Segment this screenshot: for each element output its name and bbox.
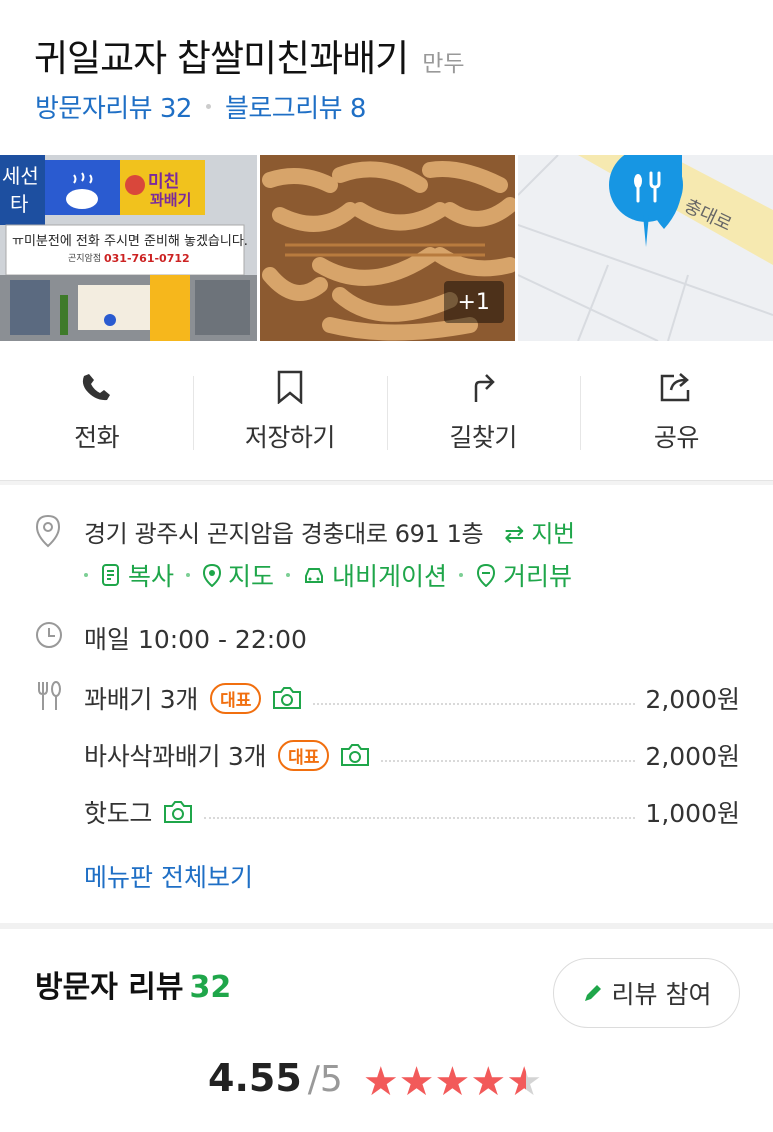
link-dot <box>459 573 464 577</box>
street-view-icon <box>477 563 496 587</box>
menu-item-price: 1,000원 <box>645 799 740 828</box>
dotted-leader <box>204 817 636 819</box>
share-button[interactable]: 공유 <box>579 341 773 480</box>
place-title: 귀일교자 찹쌀미친꽈배기 <box>34 37 409 80</box>
map-thumbnail[interactable]: 충대로 <box>518 155 773 341</box>
visitor-review-title: 방문자 리뷰 <box>35 970 184 1005</box>
address-actions: 복사 지도 내비게이션 거리뷰 <box>84 557 572 593</box>
action-bar: 전화 저장하기 길찾기 공유 <box>0 341 773 481</box>
save-label: 저장하기 <box>244 422 336 452</box>
banner-subtext: 곤지암점 <box>68 252 101 264</box>
navigation-link[interactable]: 내비게이션 <box>302 557 447 593</box>
jibun-label: 지번 <box>531 520 575 548</box>
banner-text: ㅠ미분전에 전화 주시면 준비해 놓겠습니다. <box>12 234 248 249</box>
street-view-link[interactable]: 거리뷰 <box>475 557 572 593</box>
photo-strip: 세선 타 미친 꽈배기 ㅠ미분전에 전화 주시면 준비해 놓겠습니다. 곤지암점… <box>0 155 773 341</box>
map-label: 지도 <box>228 562 275 591</box>
dotted-leader <box>381 760 636 762</box>
rating-max: /5 <box>307 1059 343 1100</box>
star-rating: ★ ★ ★ ★ ★ <box>363 1062 542 1102</box>
link-dot <box>286 573 291 577</box>
copy-link[interactable]: 복사 <box>100 557 174 593</box>
title-row: 귀일교자 찹쌀미친꽈배기 만두 <box>34 28 465 82</box>
directions-icon <box>468 368 498 406</box>
camera-icon[interactable] <box>162 799 194 825</box>
menu-item-name: 핫도그 <box>84 799 153 828</box>
business-hours: 매일 10:00 - 22:00 <box>84 625 307 654</box>
section-divider <box>0 923 773 929</box>
link-dot <box>84 573 88 577</box>
write-review-label: 리뷰 참여 <box>611 980 712 1009</box>
storefront-sign-text-2: 꽈배기 <box>150 191 191 209</box>
blog-review-link[interactable]: 블로그리뷰 8 <box>225 88 366 125</box>
menu-item: 바사삭꽈배기 3개 대표 2,000원 <box>84 737 740 773</box>
star-icon: ★ <box>470 1059 507 1105</box>
swap-arrows-icon: ⇄ <box>504 520 525 548</box>
section-gap <box>0 481 773 485</box>
place-header: 귀일교자 찹쌀미친꽈배기 만두 방문자리뷰 32 블로그리뷰 8 <box>0 0 773 155</box>
more-photos-count: +1 <box>457 289 490 315</box>
separator-dot <box>205 104 211 109</box>
storefront-photo[interactable]: 세선 타 미친 꽈배기 ㅠ미분전에 전화 주시면 준비해 놓겠습니다. 곤지암점… <box>0 155 257 341</box>
map-link[interactable]: 지도 <box>202 557 274 593</box>
edge-sign-text: 세선 <box>2 164 39 188</box>
menu-item-name: 꽈배기 3개 <box>84 685 199 714</box>
phone-icon <box>81 368 113 406</box>
call-label: 전화 <box>74 422 120 452</box>
copy-icon <box>102 564 119 586</box>
half-star-icon: ★ <box>506 1059 543 1105</box>
rating-score: 4.55 <box>208 1056 302 1100</box>
more-photos-badge[interactable]: +1 <box>443 281 504 323</box>
camera-icon[interactable] <box>339 742 371 768</box>
banner-phone: 031-761-0712 <box>104 252 190 265</box>
visitor-review-count: 32 <box>189 970 232 1005</box>
visitor-review-link[interactable]: 방문자리뷰 32 <box>35 88 192 125</box>
visitor-review-heading: 방문자 리뷰 32 <box>35 962 231 1006</box>
signature-badge: 대표 <box>278 739 330 771</box>
star-icon: ★ <box>398 1059 435 1105</box>
address-text: 경기 광주시 곤지암읍 경충대로 691 1층 <box>84 520 484 548</box>
bookmark-icon <box>276 368 304 406</box>
dotted-leader <box>313 703 636 705</box>
street-view-label: 거리뷰 <box>503 562 573 591</box>
call-button[interactable]: 전화 <box>0 341 193 480</box>
directions-button[interactable]: 길찾기 <box>386 341 580 480</box>
navigation-label: 내비게이션 <box>332 562 448 591</box>
share-icon <box>658 368 694 406</box>
star-icon: ★ <box>362 1059 399 1105</box>
pencil-icon <box>582 982 604 1004</box>
review-links: 방문자리뷰 32 블로그리뷰 8 <box>35 88 366 125</box>
map-pin-small-icon <box>203 563 222 587</box>
write-review-button[interactable]: 리뷰 참여 <box>553 958 740 1028</box>
location-pin-icon <box>34 514 62 552</box>
fork-knife-icon <box>34 680 64 716</box>
donut-photo[interactable]: +1 <box>259 155 516 341</box>
camera-icon[interactable] <box>271 685 303 711</box>
copy-label: 복사 <box>128 562 175 591</box>
svg-text:타: 타 <box>10 192 28 216</box>
directions-label: 길찾기 <box>449 422 517 452</box>
share-label: 공유 <box>653 422 700 452</box>
link-dot <box>186 573 191 577</box>
jibun-toggle[interactable]: ⇄ 지번 <box>504 520 575 548</box>
rating-summary: 4.55 /5 ★ ★ ★ ★ ★ <box>208 1056 542 1102</box>
clock-icon <box>34 620 64 654</box>
menu-item: 꽈배기 3개 대표 2,000원 <box>84 680 740 716</box>
menu-item-price: 2,000원 <box>645 742 740 771</box>
view-full-menu-link[interactable]: 메뉴판 전체보기 <box>84 858 253 894</box>
place-category: 만두 <box>422 51 465 77</box>
address-row: 경기 광주시 곤지암읍 경충대로 691 1층 ⇄ 지번 <box>84 514 575 549</box>
menu-item: 핫도그 1,000원 <box>84 794 740 830</box>
signature-badge: 대표 <box>210 682 262 714</box>
star-icon: ★ <box>434 1059 471 1105</box>
car-icon <box>305 568 324 583</box>
menu-item-name: 바사삭꽈배기 3개 <box>84 742 267 771</box>
save-button[interactable]: 저장하기 <box>193 341 386 480</box>
storefront-sign-text-1: 미친 <box>148 172 179 192</box>
menu-item-price: 2,000원 <box>645 685 740 714</box>
